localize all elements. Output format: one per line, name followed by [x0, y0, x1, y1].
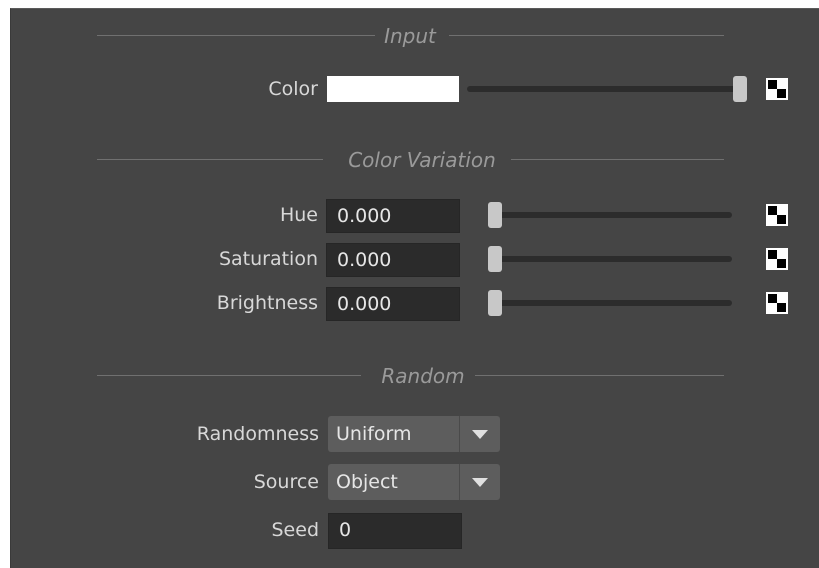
hue-keyframe-icon[interactable]: [766, 204, 788, 226]
saturation-slider-thumb[interactable]: [488, 246, 502, 272]
section-header-input: Input: [97, 24, 724, 48]
saturation-keyframe-icon[interactable]: [766, 248, 788, 270]
hue-slider-thumb[interactable]: [488, 202, 502, 228]
saturation-field[interactable]: 0.000: [326, 243, 460, 277]
section-divider-left: [97, 35, 375, 36]
section-title-color-variation: Color Variation: [348, 148, 496, 172]
source-value: Object: [336, 471, 398, 493]
section-header-color-variation: Color Variation: [97, 148, 724, 172]
hue-field[interactable]: 0.000: [326, 199, 460, 233]
dropdown-divider: [459, 416, 460, 452]
section-divider-right: [449, 35, 724, 36]
section-divider-right: [511, 159, 724, 160]
source-label: Source: [253, 471, 319, 493]
randomness-value: Uniform: [336, 423, 412, 445]
color-keyframe-icon[interactable]: [766, 78, 788, 100]
brightness-field[interactable]: 0.000: [326, 287, 460, 321]
brightness-label: Brightness: [216, 292, 318, 314]
source-dropdown[interactable]: Object: [328, 464, 500, 500]
randomness-label: Randomness: [196, 423, 319, 445]
chevron-down-icon: [472, 430, 488, 439]
chevron-down-icon: [472, 478, 488, 487]
saturation-slider-track[interactable]: [488, 256, 732, 262]
section-title-random: Random: [381, 364, 465, 388]
section-title-input: Input: [384, 24, 436, 48]
saturation-label: Saturation: [218, 248, 318, 270]
brightness-slider-track[interactable]: [488, 300, 732, 306]
dropdown-divider: [459, 464, 460, 500]
hue-slider-track[interactable]: [488, 212, 732, 218]
seed-field[interactable]: 0: [328, 513, 462, 549]
color-slider-track[interactable]: [467, 86, 747, 92]
color-slider-thumb[interactable]: [733, 76, 747, 102]
brightness-keyframe-icon[interactable]: [766, 292, 788, 314]
brightness-slider-thumb[interactable]: [488, 290, 502, 316]
randomness-dropdown[interactable]: Uniform: [328, 416, 500, 452]
section-divider-right: [475, 375, 724, 376]
section-divider-left: [97, 159, 323, 160]
section-divider-left: [97, 375, 361, 376]
color-swatch[interactable]: [327, 76, 459, 102]
hue-label: Hue: [279, 204, 318, 226]
color-label: Color: [268, 78, 318, 100]
seed-label: Seed: [271, 519, 320, 541]
section-header-random: Random: [97, 364, 724, 388]
